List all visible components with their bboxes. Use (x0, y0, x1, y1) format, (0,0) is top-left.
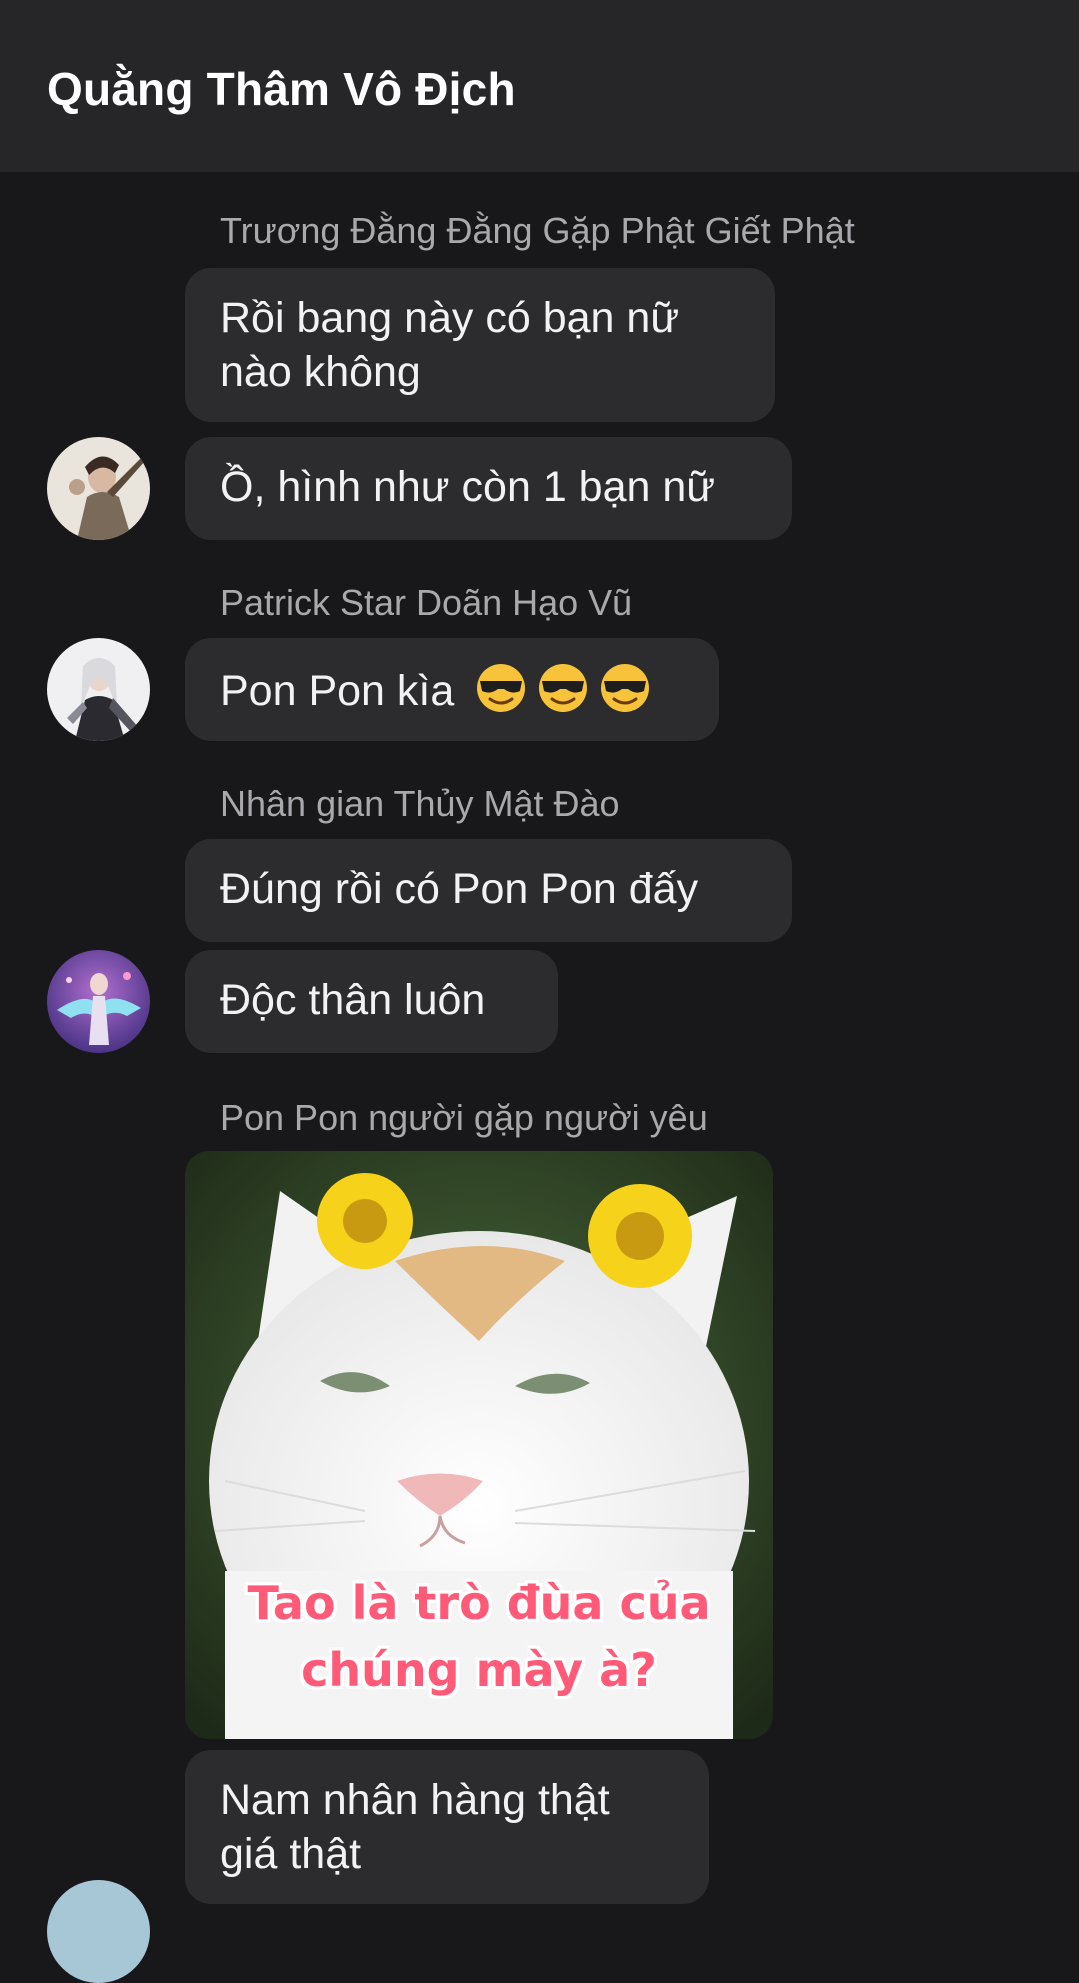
message-bubble[interactable]: Rồi bang này có bạn nữ nào không (185, 268, 775, 422)
avatar[interactable] (47, 950, 150, 1053)
message-bubble[interactable]: Ồ, hình như còn 1 bạn nữ (185, 437, 792, 540)
message-text: Pon Pon kìa (220, 667, 455, 715)
cat-photo[interactable]: Tao là trò đùa của chúng mày à? (185, 1151, 773, 1739)
photo-caption-line: Tao là trò đùa của (247, 1576, 711, 1630)
photo-caption-line: chúng mày à? (301, 1643, 657, 1697)
sender-name[interactable]: Trương Đằng Đằng Gặp Phật Giết Phật (220, 210, 855, 252)
message-bubble[interactable]: Nam nhân hàng thật giá thật (185, 1750, 709, 1904)
chat-header: Quằng Thâm Vô Địch (0, 0, 1079, 172)
smiling-face-with-sunglasses-icon (539, 664, 588, 712)
sender-name[interactable]: Nhân gian Thủy Mật Đào (220, 783, 620, 825)
avatar[interactable] (47, 437, 150, 540)
message-bubble[interactable]: Độc thân luôn (185, 950, 558, 1053)
smiling-face-with-sunglasses-icon (477, 664, 526, 712)
sender-name[interactable]: Patrick Star Doãn Hạo Vũ (220, 582, 632, 624)
smiling-face-with-sunglasses-icon (601, 664, 650, 712)
message-bubble[interactable]: Pon Pon kìa (185, 638, 719, 741)
avatar[interactable] (47, 1880, 150, 1983)
sender-name[interactable]: Pon Pon người gặp người yêu (220, 1097, 708, 1139)
avatar[interactable] (47, 638, 150, 741)
message-bubble[interactable]: Đúng rồi có Pon Pon đấy (185, 839, 792, 942)
chat-title[interactable]: Quằng Thâm Vô Địch (47, 62, 516, 116)
